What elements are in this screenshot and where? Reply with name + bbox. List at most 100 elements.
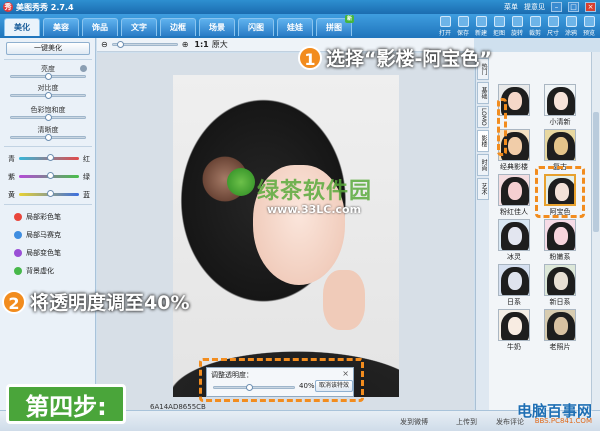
tab-lomo[interactable]: LOMO: [477, 106, 489, 128]
contrast-slider[interactable]: [10, 92, 86, 99]
zoom-ratio[interactable]: 1:1: [194, 40, 208, 49]
site-brand: 电脑百事网 BBS.PC841.COM: [504, 390, 594, 430]
crop-label: 裁剪: [528, 30, 541, 37]
tab-basic[interactable]: 基础: [477, 82, 489, 104]
effect-preview: [544, 129, 576, 161]
close-icon[interactable]: ×: [585, 2, 596, 12]
capture-button[interactable]: 拒图: [490, 15, 508, 37]
yellow-blue-slider[interactable]: [19, 190, 79, 197]
step2-callout: 2 将透明度调至40%: [2, 288, 189, 315]
thumb-face: [508, 137, 522, 155]
blue-label: 蓝: [83, 190, 90, 199]
onekey-beautify-button[interactable]: 一键美化: [6, 42, 90, 55]
saturation-slider[interactable]: [10, 114, 86, 121]
minimize-icon[interactable]: –: [551, 2, 562, 12]
recolor-brush-icon: [14, 249, 22, 257]
brightness-slider[interactable]: [10, 73, 86, 80]
zoom-in-icon[interactable]: ⊕: [182, 40, 189, 49]
zoom-out-icon[interactable]: ⊖: [101, 40, 108, 49]
thumb-face: [554, 137, 568, 155]
effect-scrollbar[interactable]: [591, 52, 600, 410]
slider-knob[interactable]: [47, 172, 54, 179]
slider-knob[interactable]: [45, 114, 52, 121]
tab-frame[interactable]: 边框: [160, 18, 196, 36]
doodle-button[interactable]: 涂鸦: [562, 15, 580, 37]
slider-knob[interactable]: [45, 92, 52, 99]
new-button[interactable]: 新建: [472, 15, 490, 37]
slider-knob[interactable]: [45, 134, 52, 141]
thumb-face: [508, 272, 522, 290]
cyan-red-slider[interactable]: [19, 154, 79, 161]
tab-flash[interactable]: 闪图: [238, 18, 274, 36]
feedback-link[interactable]: 提意见: [524, 2, 545, 12]
app-title: 美图秀秀 2.7.4: [16, 2, 74, 12]
open-button[interactable]: 打开: [436, 15, 454, 37]
slider-knob[interactable]: [45, 73, 52, 80]
slider-knob[interactable]: [116, 41, 124, 48]
tab-scene[interactable]: 场景: [199, 18, 235, 36]
title-bar: 秀 美图秀秀 2.7.4 菜单 提意见 – □ ×: [0, 0, 600, 14]
tab-beautify[interactable]: 美化: [4, 18, 40, 36]
toolbar: 打开 保存 新建 拒图 旋转 裁剪 尺寸 涂鸦 预览: [436, 15, 598, 37]
tab-fashion[interactable]: 时尚: [477, 154, 489, 176]
effect-thumb[interactable]: 日系: [493, 264, 535, 307]
effect-label: 冰灵: [507, 253, 521, 261]
maximize-icon[interactable]: □: [568, 2, 579, 12]
slider-knob[interactable]: [47, 190, 54, 197]
photo-canvas[interactable]: 绿茶软件园 www.33LC.com: [97, 53, 474, 410]
local-color-brush[interactable]: 局部彩色笔: [14, 212, 61, 222]
effect-thumb[interactable]: 老照片: [539, 309, 581, 352]
effect-thumb[interactable]: 粉红佳人: [493, 174, 535, 217]
tab-text[interactable]: 文字: [121, 18, 157, 36]
original-size-link[interactable]: 原大: [212, 39, 228, 50]
effect-preview: [498, 174, 530, 206]
preview-button[interactable]: 预览: [580, 15, 598, 37]
new-label: 新建: [474, 30, 487, 37]
effect-category-tabs: 热门 基础 LOMO 影楼 时尚 艺术: [475, 52, 489, 410]
brush-label: 局部彩色笔: [26, 213, 61, 221]
effect-preview: [544, 84, 576, 116]
open-label: 打开: [438, 30, 451, 37]
save-button[interactable]: 保存: [454, 15, 472, 37]
menu-link[interactable]: 菜单: [504, 2, 518, 12]
rotate-label: 旋转: [510, 30, 523, 37]
scrollbar-thumb[interactable]: [593, 112, 599, 232]
resize-button[interactable]: 尺寸: [544, 15, 562, 37]
step2-text: 将透明度调至40%: [30, 292, 190, 314]
capture-icon: [493, 16, 505, 27]
red-label: 红: [83, 154, 90, 163]
local-recolor-brush[interactable]: 局部变色笔: [14, 248, 61, 258]
tab-makeup[interactable]: 美容: [43, 18, 79, 36]
main-tab-bar: 美化 美容 饰品 文字 边框 场景 闪图 娃娃 拼图 新 打开 保存 新建 拒图…: [0, 14, 600, 38]
purple-green-row: 紫 绿: [8, 172, 90, 181]
effect-thumb[interactable]: 牛奶: [493, 309, 535, 352]
effect-thumb[interactable]: 粉嫩系: [539, 219, 581, 262]
tab-collage[interactable]: 拼图 新: [316, 15, 354, 36]
tab-studio[interactable]: 影楼: [477, 130, 489, 152]
purple-green-slider[interactable]: [19, 172, 79, 179]
effect-label: 粉嫩系: [549, 253, 571, 261]
effect-label: 经典影楼: [500, 163, 528, 171]
tab-art[interactable]: 艺术: [477, 178, 489, 200]
effect-thumb[interactable]: 新日系: [539, 264, 581, 307]
tab-accessories[interactable]: 饰品: [82, 18, 118, 36]
divider: [4, 146, 92, 147]
highlight-arrow-path: [497, 98, 507, 156]
effect-thumb[interactable]: 冰灵: [493, 219, 535, 262]
local-mosaic-brush[interactable]: 局部马赛克: [14, 230, 61, 240]
effect-thumb[interactable]: 小清新: [539, 84, 581, 127]
purple-label: 紫: [8, 172, 15, 181]
upload-link[interactable]: 上传到: [456, 417, 477, 427]
watermark-logo-icon: [227, 168, 255, 196]
slider-knob[interactable]: [47, 154, 54, 161]
tab-doll[interactable]: 娃娃: [277, 18, 313, 36]
sharpness-slider[interactable]: [10, 134, 86, 141]
background-blur-brush[interactable]: 背景虚化: [14, 266, 54, 276]
rotate-button[interactable]: 旋转: [508, 15, 526, 37]
crop-button[interactable]: 裁剪: [526, 15, 544, 37]
watermark-text: 绿茶软件园: [257, 179, 373, 204]
zoom-slider[interactable]: [111, 41, 178, 48]
effect-preview: [498, 219, 530, 251]
thumb-face: [508, 227, 522, 245]
post-weibo-link[interactable]: 发到微博: [400, 417, 428, 427]
